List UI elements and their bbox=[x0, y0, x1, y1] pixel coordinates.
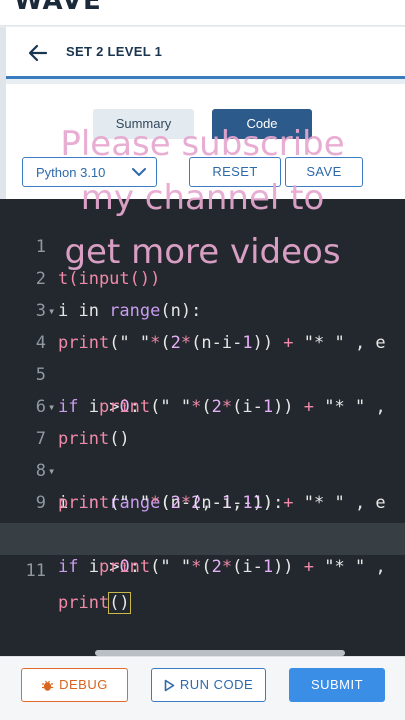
tab-code[interactable]: Code bbox=[212, 109, 312, 139]
fold-arrow-icon[interactable]: ▾ bbox=[48, 295, 55, 327]
arrow-left-icon[interactable] bbox=[26, 41, 50, 65]
line-number: 11 bbox=[25, 561, 46, 581]
code-line[interactable]: 6 print() bbox=[0, 359, 405, 449]
bug-icon bbox=[42, 680, 54, 691]
code-line[interactable]: 3 print(" "*(2*(n-i-1)) + "* " , e bbox=[0, 263, 405, 353]
tab-summary[interactable]: Summary bbox=[93, 109, 194, 139]
code-line[interactable]: 1 t(input()) bbox=[0, 199, 405, 289]
text-cursor: () bbox=[108, 592, 131, 614]
code-line[interactable]: 7 ▾ i in range(n-2,-1,-1): bbox=[0, 391, 405, 513]
brand-logo: WAVETM bbox=[14, 0, 102, 16]
run-code-button[interactable]: RUN CODE bbox=[151, 668, 266, 702]
save-button[interactable]: SAVE bbox=[285, 157, 363, 187]
code-line[interactable]: 4 ▾ if i >0: bbox=[0, 295, 405, 417]
code-editor[interactable]: 1 t(input()) 2 i in range(n): 3 print(" … bbox=[0, 199, 405, 656]
header-bar: SET 2 LEVEL 1 bbox=[6, 27, 405, 79]
code-line-active[interactable]: 11 print() bbox=[0, 523, 405, 614]
language-select[interactable]: Python 3.10 bbox=[22, 157, 157, 187]
brand-strip: WAVETM bbox=[0, 0, 405, 26]
code-text: print(" "*(2*(i-1)) + "* " , bbox=[98, 557, 386, 577]
code-line[interactable]: 10 print(" "*(2*(i-1)) + "* " , bbox=[0, 487, 405, 577]
app-root: WAVETM SET 2 LEVEL 1 Summary Code Python… bbox=[0, 0, 405, 720]
reset-button[interactable]: RESET bbox=[189, 157, 281, 187]
code-text: print() bbox=[58, 592, 131, 614]
code-line[interactable]: 5 print(" "*(2*(i-1)) + "* " , bbox=[0, 327, 405, 417]
fold-arrow-icon[interactable]: ▾ bbox=[48, 455, 55, 487]
code-line[interactable]: 2 i in range(n): bbox=[0, 231, 405, 321]
play-icon bbox=[164, 679, 175, 692]
language-value: Python 3.10 bbox=[36, 165, 106, 180]
page-title: SET 2 LEVEL 1 bbox=[66, 44, 163, 59]
debug-button[interactable]: DEBUG bbox=[21, 668, 128, 702]
code-line[interactable]: 8 print(" "*(2*(n-i-1)) + "* " , e bbox=[0, 423, 405, 513]
code-line[interactable]: 9 ▾ if i >0: bbox=[0, 455, 405, 577]
fold-arrow-icon[interactable]: ▾ bbox=[48, 391, 55, 423]
submit-button[interactable]: SUBMIT bbox=[289, 668, 385, 702]
footer-bar: DEBUG RUN CODE SUBMIT bbox=[0, 656, 405, 720]
chevron-down-icon bbox=[132, 168, 146, 176]
